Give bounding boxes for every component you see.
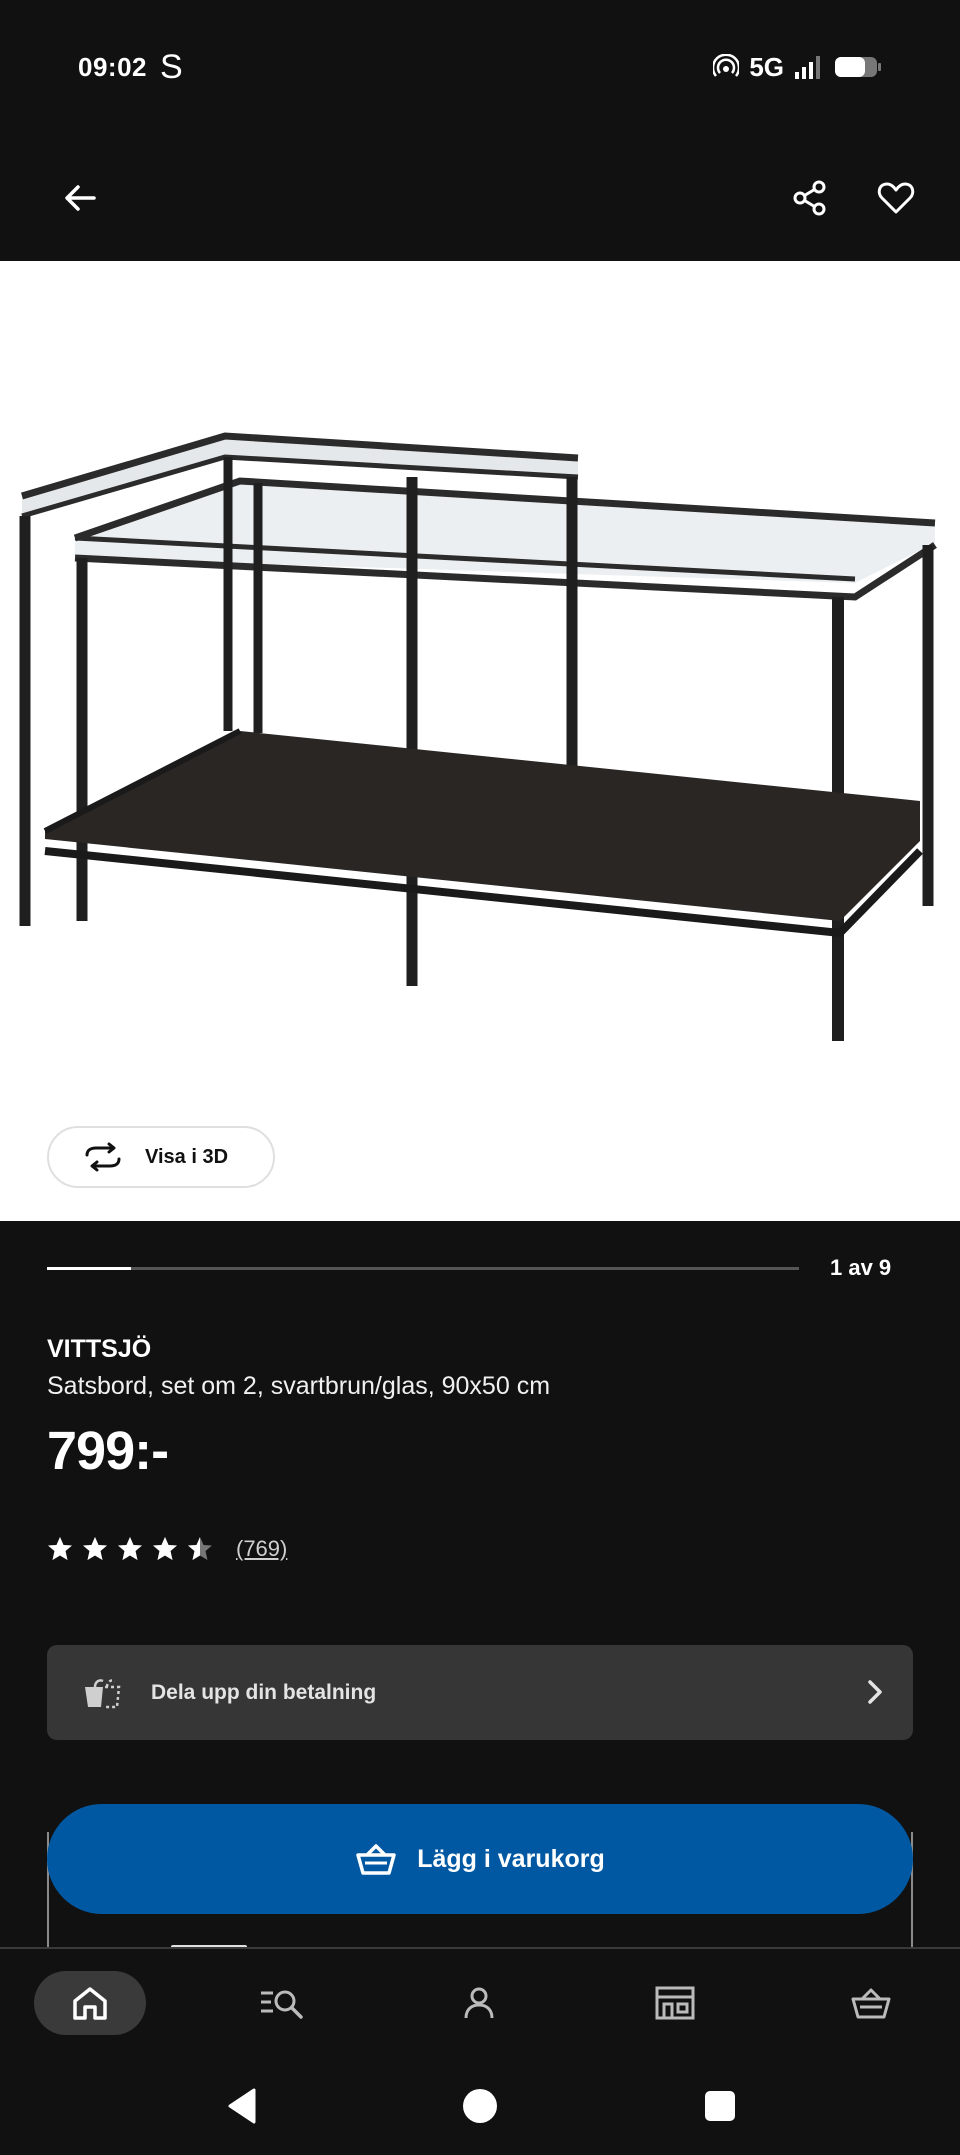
cart-icon xyxy=(851,1988,891,2019)
system-recents-icon[interactable] xyxy=(700,2086,740,2126)
nesting-tables-image xyxy=(19,432,937,1041)
star-full-icon xyxy=(48,1537,72,1560)
product-description: Satsbord, set om 2, svartbrun/glas, 90x5… xyxy=(47,1372,551,1400)
nav-profile[interactable] xyxy=(423,1971,535,2035)
star-half-icon xyxy=(188,1537,212,1560)
add-to-cart-label: Lägg i varukorg xyxy=(417,1844,605,1873)
nav-store[interactable] xyxy=(619,1971,731,2035)
image-counter: 1 av 9 xyxy=(830,1255,892,1280)
gallery-progress xyxy=(47,1267,799,1270)
battery-icon xyxy=(835,57,881,77)
installment-label: Dela upp din betalning xyxy=(151,1680,377,1704)
star-full-icon xyxy=(118,1537,142,1560)
bottom-navigation xyxy=(0,1947,960,2059)
carrier-glyph: S xyxy=(160,48,183,86)
rating[interactable]: (769) xyxy=(47,1536,287,1562)
view-in-3d-button[interactable]: Visa i 3D xyxy=(47,1126,275,1188)
view-in-3d-label: Visa i 3D xyxy=(145,1145,229,1168)
system-home-icon[interactable] xyxy=(460,2086,500,2126)
favorite-button[interactable] xyxy=(860,162,932,234)
nav-home[interactable] xyxy=(34,1971,146,2035)
status-icons: 5G xyxy=(713,50,882,84)
network-label: 5G xyxy=(749,51,784,82)
hotspot-icon xyxy=(713,54,740,77)
split-payment-icon xyxy=(85,1678,121,1708)
review-count-link[interactable]: (769) xyxy=(236,1536,287,1562)
signal-icon xyxy=(795,56,820,79)
home-icon xyxy=(73,1987,107,2020)
chevron-right-icon xyxy=(868,1680,882,1704)
add-to-cart-button[interactable]: Lägg i varukorg xyxy=(47,1804,913,1914)
heart-icon xyxy=(877,182,915,214)
product-price: 799:- xyxy=(47,1421,169,1481)
search-list-icon xyxy=(261,1990,303,2019)
back-arrow-icon xyxy=(65,185,96,211)
app-bar xyxy=(0,135,960,261)
status-bar: 09:02 S 5G xyxy=(0,0,960,135)
product-image[interactable] xyxy=(0,261,960,1221)
star-full-icon xyxy=(153,1537,177,1560)
basket-icon xyxy=(356,1844,396,1875)
profile-icon xyxy=(464,1987,494,2019)
star-full-icon xyxy=(83,1537,107,1560)
product-name: VITTSJÖ xyxy=(47,1335,152,1363)
store-icon xyxy=(655,1986,695,2020)
share-icon xyxy=(793,180,826,216)
system-navigation xyxy=(0,2059,960,2155)
back-button[interactable] xyxy=(44,162,116,234)
share-button[interactable] xyxy=(774,162,846,234)
rating-stars xyxy=(47,1536,213,1562)
rotate-3d-icon xyxy=(85,1142,121,1172)
installment-card[interactable]: Dela upp din betalning xyxy=(47,1645,913,1740)
status-time: 09:02 xyxy=(78,52,147,82)
nav-search[interactable] xyxy=(226,1971,338,2035)
system-back-icon[interactable] xyxy=(222,2086,262,2126)
gallery-progress-fill xyxy=(47,1267,131,1270)
nav-cart[interactable] xyxy=(815,1971,927,2035)
